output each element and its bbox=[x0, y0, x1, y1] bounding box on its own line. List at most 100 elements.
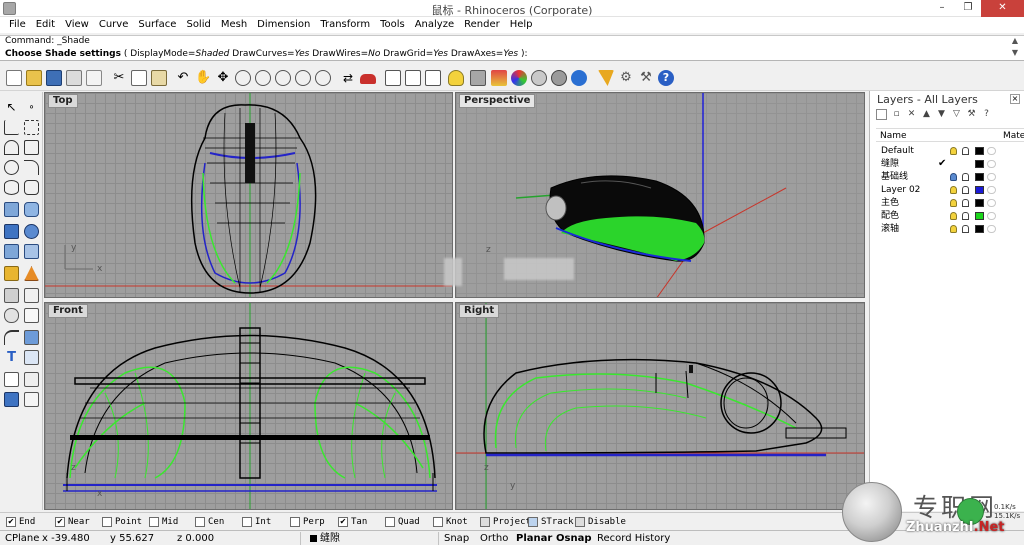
viewport-top[interactable]: Top y x bbox=[44, 92, 453, 298]
option-drawaxes[interactable]: DrawAxes=Yes bbox=[451, 49, 518, 59]
checkbox[interactable] bbox=[195, 517, 205, 527]
command-line[interactable]: Choose Shade settings ( DisplayMode=Shad… bbox=[0, 47, 1024, 61]
new-sublayer-icon[interactable]: ▫ bbox=[891, 109, 902, 120]
arc-icon[interactable] bbox=[4, 140, 19, 155]
column-name[interactable]: Name bbox=[880, 131, 907, 141]
viewport-front[interactable]: Front z x bbox=[44, 302, 453, 510]
column-material[interactable]: Mater bbox=[1003, 131, 1024, 141]
tools-icon[interactable]: ⚒ bbox=[638, 70, 654, 86]
menu-render[interactable]: Render bbox=[459, 17, 505, 33]
move-icon[interactable] bbox=[4, 266, 19, 281]
option-drawwires[interactable]: DrawWires=No bbox=[312, 49, 380, 59]
transform-tool-icon[interactable] bbox=[24, 266, 39, 281]
group-icon[interactable] bbox=[4, 308, 19, 323]
polyline-icon[interactable] bbox=[4, 120, 19, 135]
sun-icon[interactable] bbox=[598, 70, 614, 86]
point-icon[interactable]: ∘ bbox=[24, 100, 39, 115]
fillet-icon[interactable] bbox=[24, 160, 39, 175]
material-icon[interactable] bbox=[987, 199, 996, 207]
lock-icon[interactable] bbox=[962, 186, 969, 194]
menu-solid[interactable]: Solid bbox=[181, 17, 215, 33]
layer-color-swatch[interactable] bbox=[975, 147, 984, 155]
lock-icon[interactable] bbox=[962, 173, 969, 181]
lock-icon[interactable] bbox=[962, 147, 969, 155]
close-button[interactable]: ✕ bbox=[981, 0, 1024, 17]
layer-color-swatch[interactable] bbox=[975, 199, 984, 207]
delete-layer-icon[interactable]: ✕ bbox=[906, 109, 917, 120]
checkbox[interactable] bbox=[528, 517, 538, 527]
checkbox[interactable]: ✔ bbox=[6, 517, 16, 527]
material-icon[interactable] bbox=[987, 173, 996, 181]
lock-icon[interactable] bbox=[962, 212, 969, 220]
viewport-perspective-label[interactable]: Perspective bbox=[459, 94, 536, 108]
current-layer[interactable]: 缝隙 bbox=[320, 532, 340, 545]
circle-icon[interactable] bbox=[4, 160, 19, 175]
filter-icon[interactable]: ▽ bbox=[951, 109, 962, 120]
checkbox[interactable] bbox=[290, 517, 300, 527]
layout-icon[interactable] bbox=[24, 372, 39, 387]
menu-file[interactable]: File bbox=[4, 17, 31, 33]
undo-icon[interactable]: ↶ bbox=[175, 70, 191, 86]
blend-icon[interactable] bbox=[24, 244, 39, 259]
viewport-right[interactable]: Right z y bbox=[455, 302, 865, 510]
layer-row-baseline[interactable]: 基础线 bbox=[876, 171, 1024, 184]
record-history-toggle[interactable]: Record History bbox=[597, 532, 670, 545]
menu-edit[interactable]: Edit bbox=[31, 17, 60, 33]
print-icon[interactable] bbox=[66, 70, 82, 86]
loft-icon[interactable] bbox=[24, 202, 39, 217]
dimension-icon[interactable] bbox=[4, 330, 19, 345]
layer-color-swatch[interactable] bbox=[975, 186, 984, 194]
save-icon[interactable] bbox=[46, 70, 62, 86]
scroll-up-icon[interactable]: ▲ bbox=[1012, 36, 1018, 45]
light-bulb-icon[interactable] bbox=[950, 173, 957, 181]
layer-row-main-color[interactable]: 主色 bbox=[876, 197, 1024, 210]
text-icon[interactable]: T bbox=[4, 350, 19, 365]
sphere-icon[interactable] bbox=[551, 70, 567, 86]
grid-icon[interactable] bbox=[4, 372, 19, 387]
layer-icon[interactable] bbox=[470, 70, 486, 86]
zoom-icon[interactable] bbox=[255, 70, 271, 86]
light-bulb-icon[interactable] bbox=[950, 225, 957, 233]
wireframe-icon[interactable] bbox=[405, 70, 421, 86]
light-bulb-icon[interactable] bbox=[950, 186, 957, 194]
rectangle-icon[interactable] bbox=[24, 140, 39, 155]
material-icon[interactable] bbox=[987, 147, 996, 155]
tools-menu-icon[interactable]: ⚒ bbox=[966, 109, 977, 120]
help-icon[interactable]: ? bbox=[658, 70, 674, 86]
analyze-icon[interactable] bbox=[24, 308, 39, 323]
open-folder-icon[interactable] bbox=[26, 70, 42, 86]
zoom-window-icon[interactable] bbox=[235, 70, 251, 86]
fourview-icon[interactable] bbox=[385, 70, 401, 86]
material-icon[interactable] bbox=[987, 186, 996, 194]
option-displaymode[interactable]: DisplayMode=Shaded bbox=[130, 49, 229, 59]
scroll-down-icon[interactable]: ▼ bbox=[1012, 48, 1018, 57]
menu-analyze[interactable]: Analyze bbox=[410, 17, 459, 33]
layer-row-current[interactable]: 缝隙 ✔ bbox=[876, 158, 1024, 171]
layer-row-default[interactable]: Default bbox=[876, 145, 1024, 158]
transform-icon[interactable]: ⇄ bbox=[340, 70, 356, 86]
move-down-icon[interactable]: ▼ bbox=[936, 109, 947, 120]
option-drawcurves[interactable]: DrawCurves=Yes bbox=[232, 49, 309, 59]
lock-icon[interactable] bbox=[962, 199, 969, 207]
rendered-icon[interactable] bbox=[571, 70, 587, 86]
checkbox[interactable] bbox=[242, 517, 252, 527]
snap-toggle[interactable]: Snap bbox=[444, 532, 469, 545]
move-up-icon[interactable]: ▲ bbox=[921, 109, 932, 120]
zoom-selected-icon[interactable] bbox=[295, 70, 311, 86]
mirror-icon[interactable] bbox=[24, 288, 39, 303]
osnap-toggle[interactable]: Osnap bbox=[556, 532, 591, 545]
environment-icon[interactable] bbox=[531, 70, 547, 86]
menu-transform[interactable]: Transform bbox=[315, 17, 375, 33]
sphere-solid-icon[interactable] bbox=[24, 224, 39, 239]
curve-point-icon[interactable] bbox=[24, 120, 39, 135]
paste-icon[interactable] bbox=[151, 70, 167, 86]
light-icon[interactable] bbox=[448, 70, 464, 86]
surface-icon[interactable] bbox=[4, 202, 19, 217]
maximize-button[interactable]: ❐ bbox=[955, 0, 981, 17]
checkbox[interactable] bbox=[480, 517, 490, 527]
checkbox[interactable] bbox=[575, 517, 585, 527]
viewport-front-label[interactable]: Front bbox=[48, 304, 88, 318]
properties-icon[interactable] bbox=[491, 70, 507, 86]
boolean-icon[interactable] bbox=[4, 288, 19, 303]
pan-hand-icon[interactable]: ✋ bbox=[195, 70, 211, 86]
